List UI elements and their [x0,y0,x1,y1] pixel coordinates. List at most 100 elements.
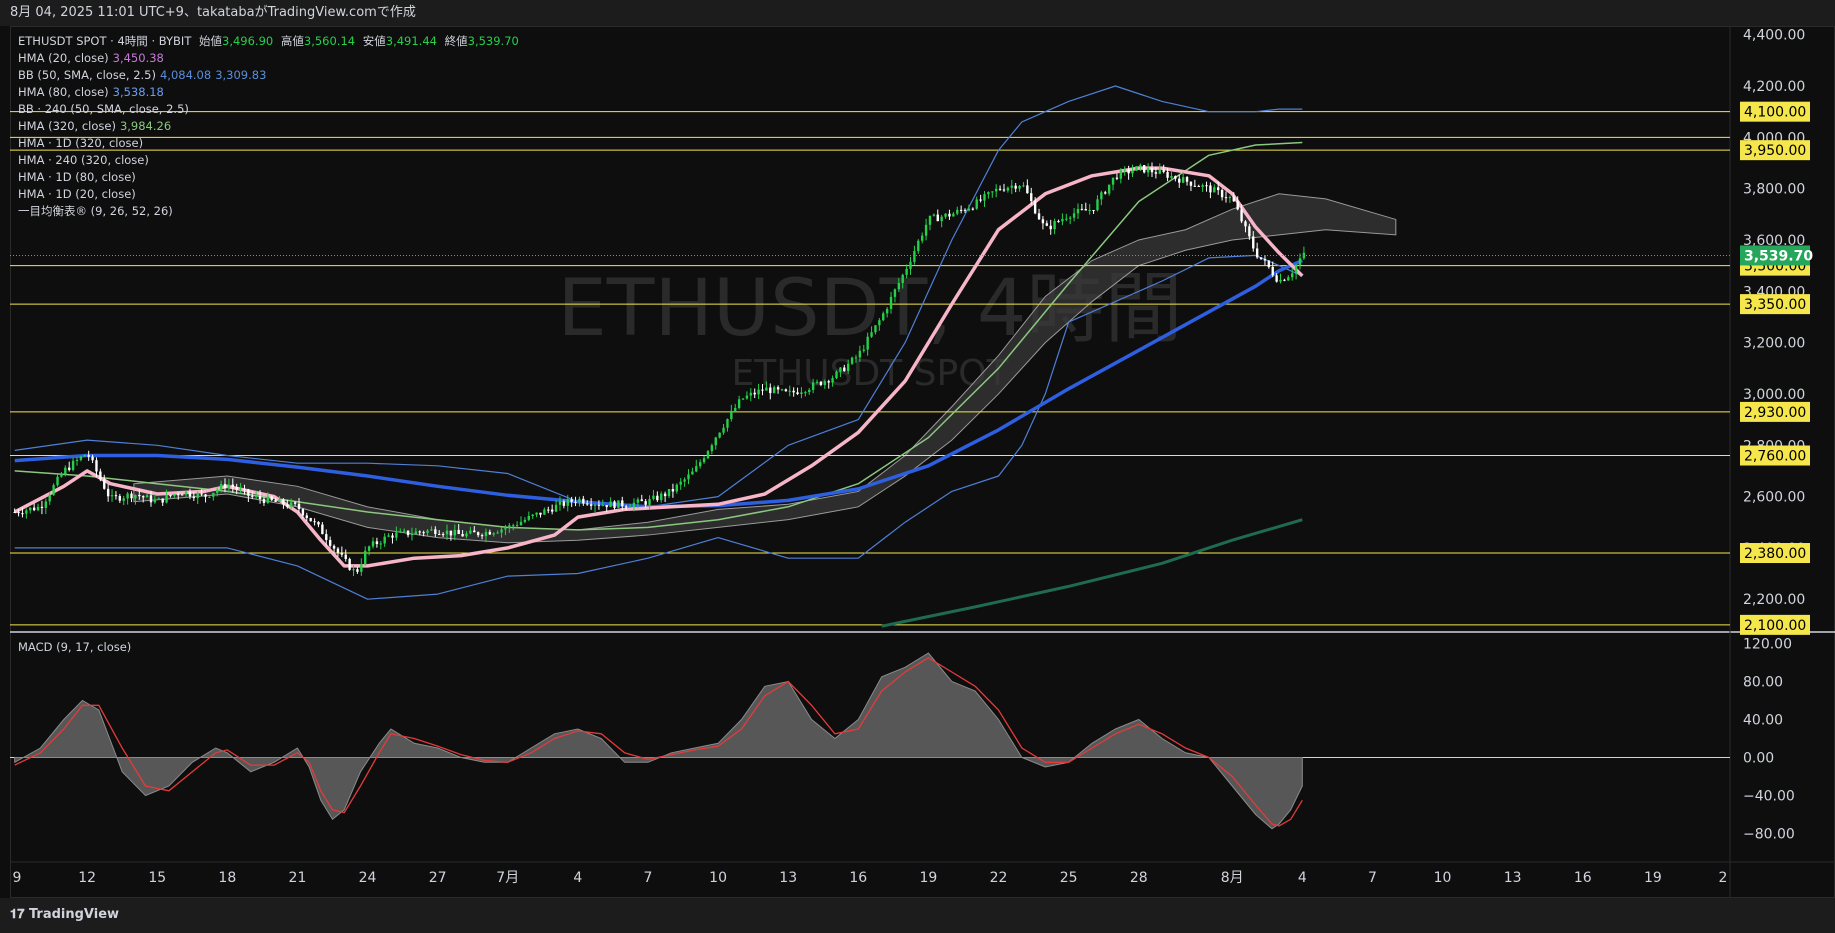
candle-body [780,389,784,391]
candle-body [1287,277,1290,281]
candle-body [1244,221,1247,227]
time-tick-label: 12 [78,870,96,886]
candle-body [251,495,254,497]
legend-indicator-row[interactable]: HMA · 1D (320, close) [18,135,523,152]
time-tick-label: 4 [573,870,582,886]
price-tick-label: 2,600.00 [1743,490,1805,506]
candle-body [414,531,418,534]
candle-body [636,499,640,503]
candle-body [691,471,694,475]
candle-body [589,504,593,506]
legend-indicator-row[interactable]: 一目均衡表® (9, 26, 52, 26) [18,203,523,220]
candle-body [905,268,908,275]
candle-body [788,390,791,392]
candle-body [706,451,710,459]
legend-indicator-row[interactable]: HMA (320, close) 3,984.26 [18,118,523,135]
candle-body [461,534,464,537]
candle-body [36,506,40,511]
candle-body [371,541,375,547]
candle-body [375,541,379,545]
legend-indicator-row[interactable]: HMA · 1D (80, close) [18,169,523,186]
low-label: 安値 [362,34,386,48]
macd-label: MACD (9, 17, close) [18,640,132,654]
candle-body [1213,187,1216,193]
candle-body [103,479,106,489]
candle-body [328,539,332,546]
legend-main[interactable]: ETHUSDT SPOT · 4時間 · BYBIT 始値3,496.90 高値… [18,33,523,50]
candle-body [550,509,554,512]
candle-body [235,487,238,490]
candle-body [286,504,289,507]
indicator-name: HMA · 1D (80, close) [18,170,136,184]
candle-body [56,476,59,486]
macd-tick-label: 0.00 [1743,751,1774,767]
candle-body [44,501,48,508]
candle-body [827,381,830,383]
candle-body [843,367,846,372]
candle-body [1065,218,1068,220]
legend-indicator-row[interactable]: HMA · 1D (20, close) [18,186,523,203]
candle-body [445,530,449,535]
candle-body [660,493,663,501]
indicator-value: 3,450.38 [112,51,164,65]
legend-indicator-row[interactable]: HMA (20, close) 3,450.38 [18,50,523,67]
candle-body [656,495,659,501]
candle-body [1053,221,1056,230]
candle-body [496,532,499,534]
time-tick-label: 16 [849,870,867,886]
candle-body [998,188,1002,190]
candle-body [932,214,936,216]
candle-body [1252,236,1255,249]
candle-body [68,467,71,470]
candle-body [1115,177,1119,179]
candle-body [866,336,869,350]
legend-indicator-row[interactable]: BB · 240 (50, SMA, close, 2.5) [18,101,523,118]
indicator-name: HMA · 240 (320, close) [18,153,149,167]
candle-body [769,387,772,394]
candle-body [40,506,44,508]
candle-body [118,496,122,501]
candle-body [753,392,756,395]
candle-body [297,503,301,510]
candle-body [434,529,437,535]
candle-body [426,530,429,533]
candle-body [776,387,780,390]
candle-body [1193,185,1197,187]
candle-body [134,494,137,499]
candle-body [360,564,363,572]
candle-body [1002,189,1006,191]
time-tick-label: 27 [429,870,447,886]
indicator-value-2: 3,309.83 [215,68,267,82]
candle-body [212,492,215,497]
candle-body [967,208,971,211]
candle-body [399,531,402,533]
price-tick-label: 4,400.00 [1743,28,1805,44]
candle-body [71,460,75,470]
price-tick-label: 2,200.00 [1743,592,1805,608]
candle-body [936,214,939,222]
candle-body [885,308,889,314]
legend-indicator-row[interactable]: HMA · 240 (320, close) [18,152,523,169]
candle-body [1092,210,1095,212]
candle-body [282,499,285,505]
time-tick-label: 21 [289,870,307,886]
candle-body [582,498,585,504]
tradingview-logo[interactable]: 𝟏𝟕 TradingView [10,907,119,922]
candle-body [586,503,589,505]
candle-body [21,513,24,515]
candle-body [441,534,445,536]
candle-body [554,504,558,512]
candle-body [808,389,811,393]
candle-body [831,378,834,383]
candle-body [854,357,858,359]
high-value: 3,560.14 [303,34,356,48]
candle-body [177,494,180,496]
candle-body [196,493,199,499]
candle-body [1030,193,1033,202]
candle-body [60,474,63,477]
legend-indicator-row[interactable]: HMA (80, close) 3,538.18 [18,84,523,101]
candle-body [535,512,538,515]
macd-histogram [14,652,1303,830]
time-tick-label: 18 [218,870,236,886]
legend-indicator-row[interactable]: BB (50, SMA, close, 2.5) 4,084.08 3,309.83 [18,67,523,84]
